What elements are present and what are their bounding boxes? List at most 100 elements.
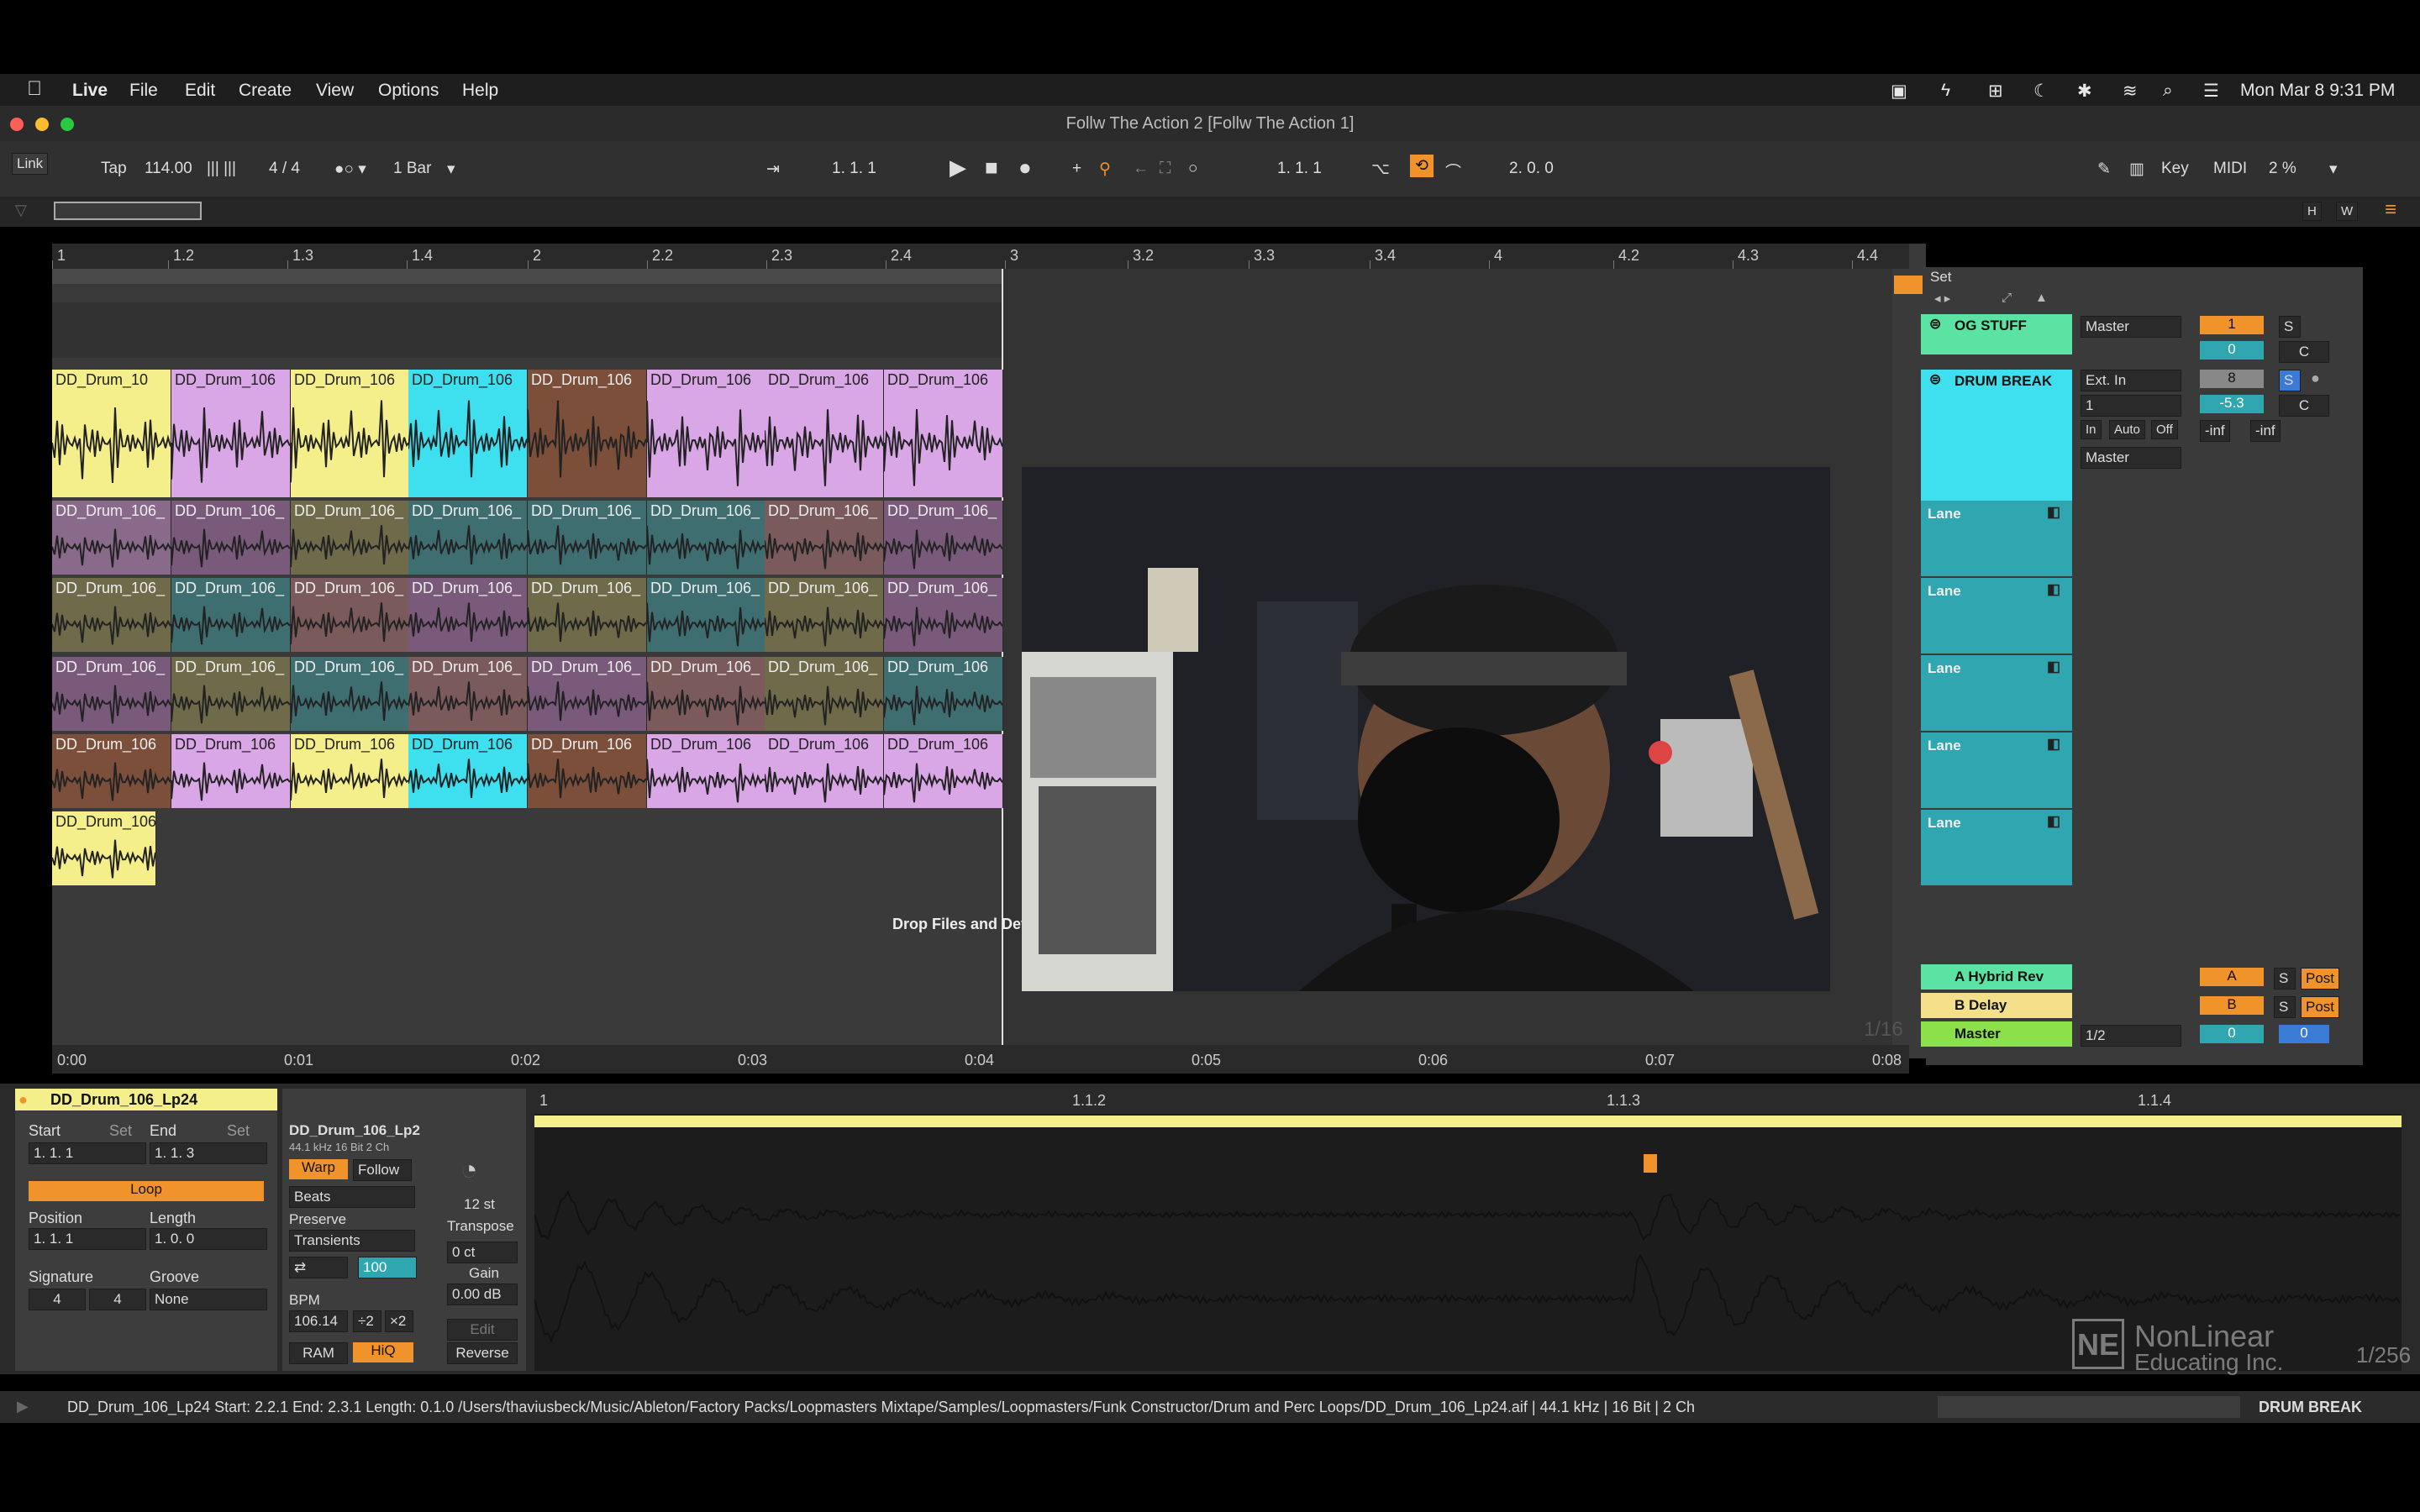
audio-clip[interactable]: DD_Drum_106_ <box>884 501 1003 575</box>
draw-mode-icon[interactable]: ✎ <box>2097 160 2111 179</box>
clip-name[interactable]: DD_Drum_106_Lp24 <box>50 1091 197 1109</box>
computer-keyboard-icon[interactable]: ▥ <box>2129 160 2144 179</box>
link-button[interactable]: Link <box>12 153 49 175</box>
gain-field[interactable]: 0.00 dB <box>447 1284 518 1305</box>
audio-clip[interactable]: DD_Drum_10 <box>52 370 171 497</box>
return-b-activator[interactable]: B <box>2200 996 2264 1015</box>
key-map-button[interactable]: Key <box>2161 160 2189 178</box>
return-a-activator[interactable]: A <box>2200 968 2264 986</box>
fold-icon[interactable]: ▽ <box>15 202 27 219</box>
lane-header[interactable]: Lane ◧ <box>1921 501 2072 576</box>
audio-clip[interactable]: DD_Drum_106_ <box>291 578 410 652</box>
end-set-button[interactable]: Set <box>227 1122 250 1140</box>
master-name[interactable]: Master <box>1954 1026 2001 1042</box>
session-record-icon[interactable]: ○ <box>1188 160 1197 178</box>
master-io[interactable]: 1/2 <box>2081 1025 2181 1047</box>
audio-clip[interactable]: DD_Drum_106_ <box>528 501 647 575</box>
speaker-icon[interactable]: ◧ <box>2047 736 2060 753</box>
loop-start-field[interactable]: 1. 1. 1 <box>1277 160 1322 178</box>
start-field[interactable]: 1. 1. 1 <box>29 1142 146 1164</box>
audio-clip[interactable]: DD_Drum_106 <box>291 734 410 808</box>
audio-clip[interactable]: DD_Drum_106 <box>52 811 156 885</box>
audio-clip[interactable]: DD_Drum_106_ <box>647 578 766 652</box>
audio-clip[interactable]: DD_Drum_106_ <box>171 501 291 575</box>
tempo-field[interactable]: 114.00 <box>145 160 192 178</box>
arrangement-overview[interactable]: ▽ H W ≡ <box>0 197 2420 227</box>
og-stuff-name[interactable]: OG STUFF <box>1954 318 2027 334</box>
overview-viewport[interactable] <box>54 202 202 220</box>
return-a-post[interactable]: Post <box>2301 968 2340 990</box>
audio-clip[interactable]: DD_Drum_106_ <box>528 657 647 731</box>
clip-title-bar[interactable]: ● DD_Drum_106_Lp24 <box>15 1089 277 1110</box>
audio-clip[interactable]: DD_Drum_106_ <box>52 578 171 652</box>
start-set-button[interactable]: Set <box>109 1122 132 1140</box>
minimize-icon[interactable] <box>35 118 49 131</box>
edit-button[interactable]: Edit <box>447 1319 518 1341</box>
arm-icon[interactable]: ● <box>2311 370 2320 387</box>
punch-in-icon[interactable]: ⌥ <box>1371 160 1390 179</box>
audio-clip[interactable]: DD_Drum_106 <box>884 370 1003 497</box>
audio-clip[interactable]: DD_Drum_106 <box>408 370 528 497</box>
overdub-icon[interactable]: + <box>1072 160 1081 178</box>
arrangement-record-icon[interactable] <box>1894 276 1923 294</box>
hiq-button[interactable]: HiQ <box>353 1342 413 1362</box>
punch-out-icon[interactable]: ⌒ <box>1445 160 1461 182</box>
monitor-in[interactable]: In <box>2081 420 2102 439</box>
drum-pan[interactable]: C <box>2279 395 2329 417</box>
metronome-icon[interactable]: ●○ ▾ <box>334 160 366 179</box>
loop-button[interactable]: Loop <box>29 1181 264 1201</box>
drum-break-header[interactable]: ⊜ DRUM BREAK <box>1921 370 2072 502</box>
set-button[interactable]: Set <box>1926 267 1966 287</box>
chevron-down-icon[interactable]: ▾ <box>447 160 455 179</box>
audio-clip[interactable]: DD_Drum_106 <box>291 370 410 497</box>
lane-header[interactable]: Lane ◧ <box>1921 810 2072 885</box>
loop-switch-icon[interactable]: ⟲ <box>1410 155 1434 177</box>
h-button[interactable]: H <box>2302 202 2322 221</box>
audio-clip[interactable]: DD_Drum_106_ <box>291 501 410 575</box>
audio-clip[interactable]: DD_Drum_106_ <box>528 578 647 652</box>
return-b-name[interactable]: B Delay <box>1954 997 2007 1014</box>
audio-clip[interactable]: DD_Drum_106_ <box>765 578 884 652</box>
audio-clip[interactable]: DD_Drum_106 <box>647 370 766 497</box>
audio-clip[interactable]: DD_Drum_106_ <box>765 501 884 575</box>
master-volume[interactable]: 0 <box>2200 1025 2264 1043</box>
drum-solo[interactable]: S <box>2279 370 2301 391</box>
audio-clip[interactable]: DD_Drum_106_ <box>408 657 528 731</box>
drum-channel-select[interactable]: 1 <box>2081 395 2181 417</box>
audio-clip[interactable]: DD_Drum_106 <box>408 734 528 808</box>
transpose-knob-icon[interactable]: ◔ <box>460 1154 478 1187</box>
audio-clip[interactable]: DD_Drum_106 <box>647 734 766 808</box>
search-icon[interactable]: ⌕ <box>2163 81 2173 101</box>
speaker-icon[interactable]: ◧ <box>2047 581 2060 598</box>
lane-header[interactable]: Lane ◧ <box>1921 578 2072 654</box>
preserve-select[interactable]: Transients <box>289 1230 415 1252</box>
follow-button[interactable]: Follow <box>353 1159 412 1181</box>
audio-clip[interactable]: DD_Drum_106_ <box>647 657 766 731</box>
signature-numerator[interactable]: 4 <box>29 1289 86 1310</box>
signature-denominator[interactable]: 4 <box>89 1289 146 1310</box>
midi-map-button[interactable]: MIDI <box>2213 160 2247 178</box>
audio-clip[interactable]: DD_Drum_106_ <box>647 501 766 575</box>
sample-ruler[interactable]: 1 1.1.2 1.1.3 1.1.4 <box>534 1089 2402 1114</box>
og-output-select[interactable]: Master <box>2081 316 2181 338</box>
nudge-icon[interactable]: ||| ||| <box>207 160 236 178</box>
envelope-amount[interactable]: 100 <box>358 1257 417 1278</box>
drum-input-select[interactable]: Ext. In <box>2081 370 2181 391</box>
og-activator[interactable]: 1 <box>2200 316 2264 334</box>
record-icon[interactable]: ● <box>1018 155 1032 181</box>
og-stuff-header[interactable]: ⊜ OG STUFF <box>1921 314 2072 354</box>
audio-clip[interactable]: DD_Drum_106_ <box>52 657 171 731</box>
lane-header[interactable]: Lane ◧ <box>1921 655 2072 731</box>
zoom-icon[interactable] <box>60 118 74 131</box>
drum-volume[interactable]: -5.3 <box>2200 395 2264 413</box>
menu-view[interactable]: View <box>316 81 354 101</box>
warp-button[interactable]: Warp <box>289 1159 348 1179</box>
return-a-header[interactable]: A Hybrid Rev <box>1921 964 2072 990</box>
monitor-auto[interactable]: Auto <box>2109 420 2145 439</box>
automation-arm-icon[interactable]: ⚲ <box>1099 160 1111 179</box>
tap-button[interactable]: Tap <box>101 160 127 178</box>
beat-ruler[interactable]: 1 1.2 1.3 1.4 2 2.2 2.3 2.4 3 3.2 3.3 3.4 4 4.2 4.3 4.4 <box>52 244 1909 269</box>
drum-output-select[interactable]: Master <box>2081 447 2181 469</box>
lane-header[interactable]: Lane ◧ <box>1921 732 2072 808</box>
return-a-name[interactable]: A Hybrid Rev <box>1954 969 2044 985</box>
